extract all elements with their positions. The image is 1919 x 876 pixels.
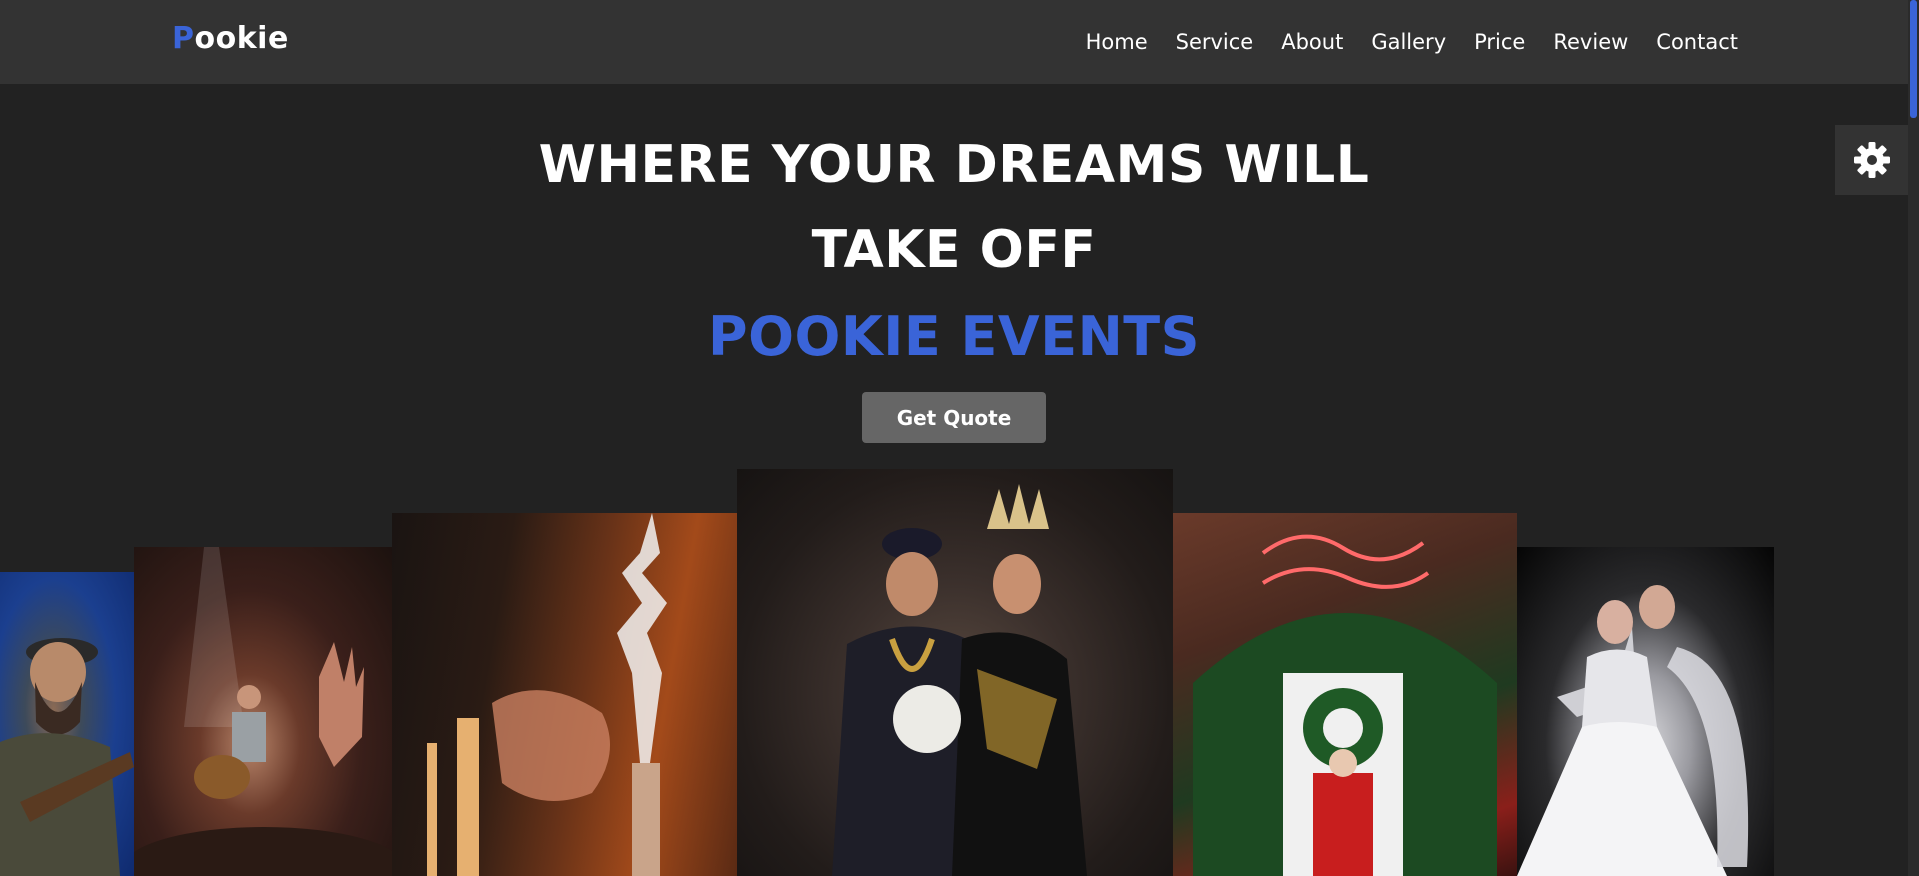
gallery-image-bride-groom[interactable] — [1517, 547, 1774, 876]
hero-heading-line1: WHERE YOUR DREAMS WILL — [538, 135, 1370, 195]
scrollbar-thumb[interactable] — [1910, 0, 1917, 118]
nav-item-home[interactable]: Home — [1086, 30, 1148, 54]
gallery-image-sparkler[interactable] — [392, 513, 737, 876]
main-nav: Home Service About Gallery Price Review … — [1058, 0, 1738, 84]
hero-heading-line2: TAKE OFF — [811, 220, 1097, 280]
nav-item-about[interactable]: About — [1281, 30, 1343, 54]
brand-logo-rest: ookie — [194, 21, 289, 56]
nav-item-review[interactable]: Review — [1553, 30, 1628, 54]
nav-item-price[interactable]: Price — [1474, 30, 1525, 54]
brand-logo[interactable]: Pookie — [172, 21, 289, 56]
nav-item-gallery[interactable]: Gallery — [1371, 30, 1446, 54]
hero-brand-heading: POOKIE EVENTS — [708, 305, 1200, 368]
gallery-image-guitarist[interactable] — [0, 572, 134, 876]
site-header: Pookie Home Service About Gallery Price … — [0, 0, 1908, 84]
get-quote-button[interactable]: Get Quote — [862, 392, 1046, 443]
nav-item-service[interactable]: Service — [1176, 30, 1254, 54]
gallery-image-christmas-door[interactable] — [1173, 513, 1517, 876]
brand-logo-initial: P — [172, 21, 195, 56]
gallery-image-concert[interactable] — [134, 547, 392, 876]
page-scrollbar[interactable] — [1908, 0, 1919, 876]
gallery-image-wedding-couple[interactable] — [737, 469, 1173, 876]
nav-item-contact[interactable]: Contact — [1656, 30, 1738, 54]
